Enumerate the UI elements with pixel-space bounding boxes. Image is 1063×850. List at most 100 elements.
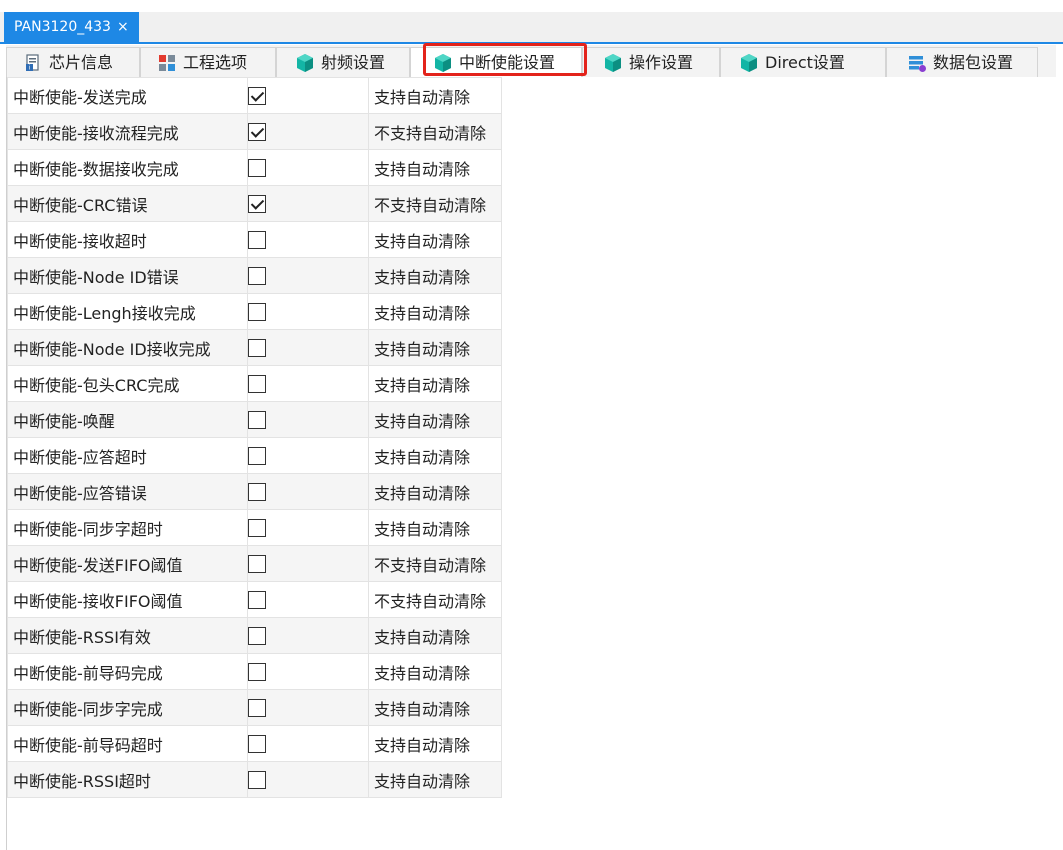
- table-row: 中断使能-数据接收完成 支持自动清除: [7, 149, 502, 186]
- table-row: 中断使能-同步字超时 支持自动清除: [7, 509, 502, 546]
- enable-checkbox[interactable]: [248, 230, 266, 249]
- auto-clear-cell: 不支持自动清除: [368, 545, 502, 582]
- auto-clear-cell: 支持自动清除: [368, 473, 502, 510]
- table-row: 中断使能-发送FIFO阈值 不支持自动清除: [7, 545, 502, 582]
- table-row: 中断使能-唤醒 支持自动清除: [7, 401, 502, 438]
- interrupt-name-cell: 中断使能-唤醒: [7, 401, 248, 438]
- table-row: 中断使能-CRC错误 不支持自动清除: [7, 185, 502, 222]
- enable-checkbox-cell: [247, 653, 369, 690]
- interrupt-settings-panel: 中断使能-发送完成 支持自动清除 中断使能-接收流程完成 不支持自动清除 中断使能-数据…: [6, 77, 1063, 850]
- auto-clear-cell: 支持自动清除: [368, 221, 502, 258]
- enable-checkbox-cell: [247, 185, 369, 222]
- table-row: 中断使能-接收FIFO阈值 不支持自动清除: [7, 581, 502, 618]
- enable-checkbox[interactable]: [248, 266, 266, 285]
- app-window: PAN3120_433 × i 芯片信息 工程选项 射频设置 中断使能设置 操作…: [0, 0, 1063, 850]
- interrupt-enable-table: 中断使能-发送完成 支持自动清除 中断使能-接收流程完成 不支持自动清除 中断使能-数据…: [7, 77, 502, 798]
- enable-checkbox[interactable]: [248, 194, 266, 213]
- enable-checkbox-cell: [247, 293, 369, 330]
- document-tab[interactable]: PAN3120_433 ×: [4, 12, 139, 42]
- auto-clear-cell: 支持自动清除: [368, 509, 502, 546]
- table-row: 中断使能-接收流程完成 不支持自动清除: [7, 113, 502, 150]
- enable-checkbox[interactable]: [248, 734, 266, 753]
- auto-clear-cell: 支持自动清除: [368, 653, 502, 690]
- enable-checkbox-cell: [247, 329, 369, 366]
- interrupt-name-cell: 中断使能-数据接收完成: [7, 149, 248, 186]
- enable-checkbox-cell: [247, 473, 369, 510]
- enable-checkbox-cell: [247, 581, 369, 618]
- enable-checkbox-cell: [247, 113, 369, 150]
- enable-checkbox-cell: [247, 761, 369, 798]
- tab-direct-settings[interactable]: Direct设置: [720, 47, 886, 77]
- enable-checkbox[interactable]: [248, 590, 266, 609]
- tab-project-options[interactable]: 工程选项: [140, 47, 276, 77]
- table-row: 中断使能-Node ID接收完成 支持自动清除: [7, 329, 502, 366]
- enable-checkbox-cell: [247, 365, 369, 402]
- interrupt-name-cell: 中断使能-Lengh接收完成: [7, 293, 248, 330]
- tab-label: 芯片信息: [49, 52, 114, 72]
- auto-clear-cell: 支持自动清除: [368, 401, 502, 438]
- table-row: 中断使能-包头CRC完成 支持自动清除: [7, 365, 502, 402]
- tab-label: 射频设置: [321, 52, 386, 72]
- enable-checkbox-cell: [247, 401, 369, 438]
- close-icon[interactable]: ×: [117, 19, 129, 35]
- enable-checkbox[interactable]: [248, 554, 266, 573]
- enable-checkbox[interactable]: [248, 122, 266, 141]
- tab-label: 工程选项: [183, 52, 248, 72]
- enable-checkbox[interactable]: [248, 698, 266, 717]
- table-row: 中断使能-同步字完成 支持自动清除: [7, 689, 502, 726]
- packet-settings-icon: [909, 55, 926, 72]
- table-row: 中断使能-Node ID错误 支持自动清除: [7, 257, 502, 294]
- tab-operation-settings[interactable]: 操作设置: [582, 47, 720, 77]
- tab-packet-settings[interactable]: 数据包设置: [886, 47, 1038, 77]
- enable-checkbox-cell: [247, 509, 369, 546]
- enable-checkbox[interactable]: [248, 158, 266, 177]
- table-row: 中断使能-前导码完成 支持自动清除: [7, 653, 502, 690]
- auto-clear-cell: 支持自动清除: [368, 725, 502, 762]
- cube-icon: [605, 53, 621, 72]
- enable-checkbox[interactable]: [248, 770, 266, 789]
- interrupt-name-cell: 中断使能-发送FIFO阈值: [7, 545, 248, 582]
- auto-clear-cell: 支持自动清除: [368, 293, 502, 330]
- enable-checkbox-cell: [247, 689, 369, 726]
- interrupt-name-cell: 中断使能-接收流程完成: [7, 113, 248, 150]
- interrupt-name-cell: 中断使能-同步字完成: [7, 689, 248, 726]
- auto-clear-cell: 不支持自动清除: [368, 113, 502, 150]
- enable-checkbox[interactable]: [248, 410, 266, 429]
- tab-rf-settings[interactable]: 射频设置: [276, 47, 410, 77]
- enable-checkbox[interactable]: [248, 446, 266, 465]
- table-row: 中断使能-Lengh接收完成 支持自动清除: [7, 293, 502, 330]
- interrupt-name-cell: 中断使能-应答错误: [7, 473, 248, 510]
- interrupt-name-cell: 中断使能-同步字超时: [7, 509, 248, 546]
- enable-checkbox[interactable]: [248, 338, 266, 357]
- cube-icon: [741, 53, 757, 72]
- tab-interrupt-enable-settings[interactable]: 中断使能设置: [410, 47, 582, 77]
- interrupt-name-cell: 中断使能-RSSI有效: [7, 617, 248, 654]
- enable-checkbox[interactable]: [248, 662, 266, 681]
- enable-checkbox[interactable]: [248, 302, 266, 321]
- tab-chip-info[interactable]: i 芯片信息: [6, 47, 140, 77]
- enable-checkbox-cell: [247, 725, 369, 762]
- auto-clear-cell: 支持自动清除: [368, 149, 502, 186]
- interrupt-name-cell: 中断使能-Node ID接收完成: [7, 329, 248, 366]
- interrupt-name-cell: 中断使能-接收超时: [7, 221, 248, 258]
- enable-checkbox[interactable]: [248, 518, 266, 537]
- interrupt-name-cell: 中断使能-应答超时: [7, 437, 248, 474]
- interrupt-name-cell: 中断使能-CRC错误: [7, 185, 248, 222]
- enable-checkbox[interactable]: [248, 374, 266, 393]
- enable-checkbox[interactable]: [248, 482, 266, 501]
- enable-checkbox[interactable]: [248, 86, 266, 105]
- auto-clear-cell: 支持自动清除: [368, 77, 502, 114]
- auto-clear-cell: 支持自动清除: [368, 689, 502, 726]
- enable-checkbox[interactable]: [248, 626, 266, 645]
- enable-checkbox-cell: [247, 617, 369, 654]
- auto-clear-cell: 不支持自动清除: [368, 185, 502, 222]
- interrupt-name-cell: 中断使能-接收FIFO阈值: [7, 581, 248, 618]
- cube-icon: [435, 53, 451, 72]
- interrupt-name-cell: 中断使能-前导码完成: [7, 653, 248, 690]
- enable-checkbox-cell: [247, 149, 369, 186]
- auto-clear-cell: 支持自动清除: [368, 761, 502, 798]
- table-row: 中断使能-应答超时 支持自动清除: [7, 437, 502, 474]
- auto-clear-cell: 支持自动清除: [368, 365, 502, 402]
- interrupt-name-cell: 中断使能-发送完成: [7, 77, 248, 114]
- interrupt-name-cell: 中断使能-Node ID错误: [7, 257, 248, 294]
